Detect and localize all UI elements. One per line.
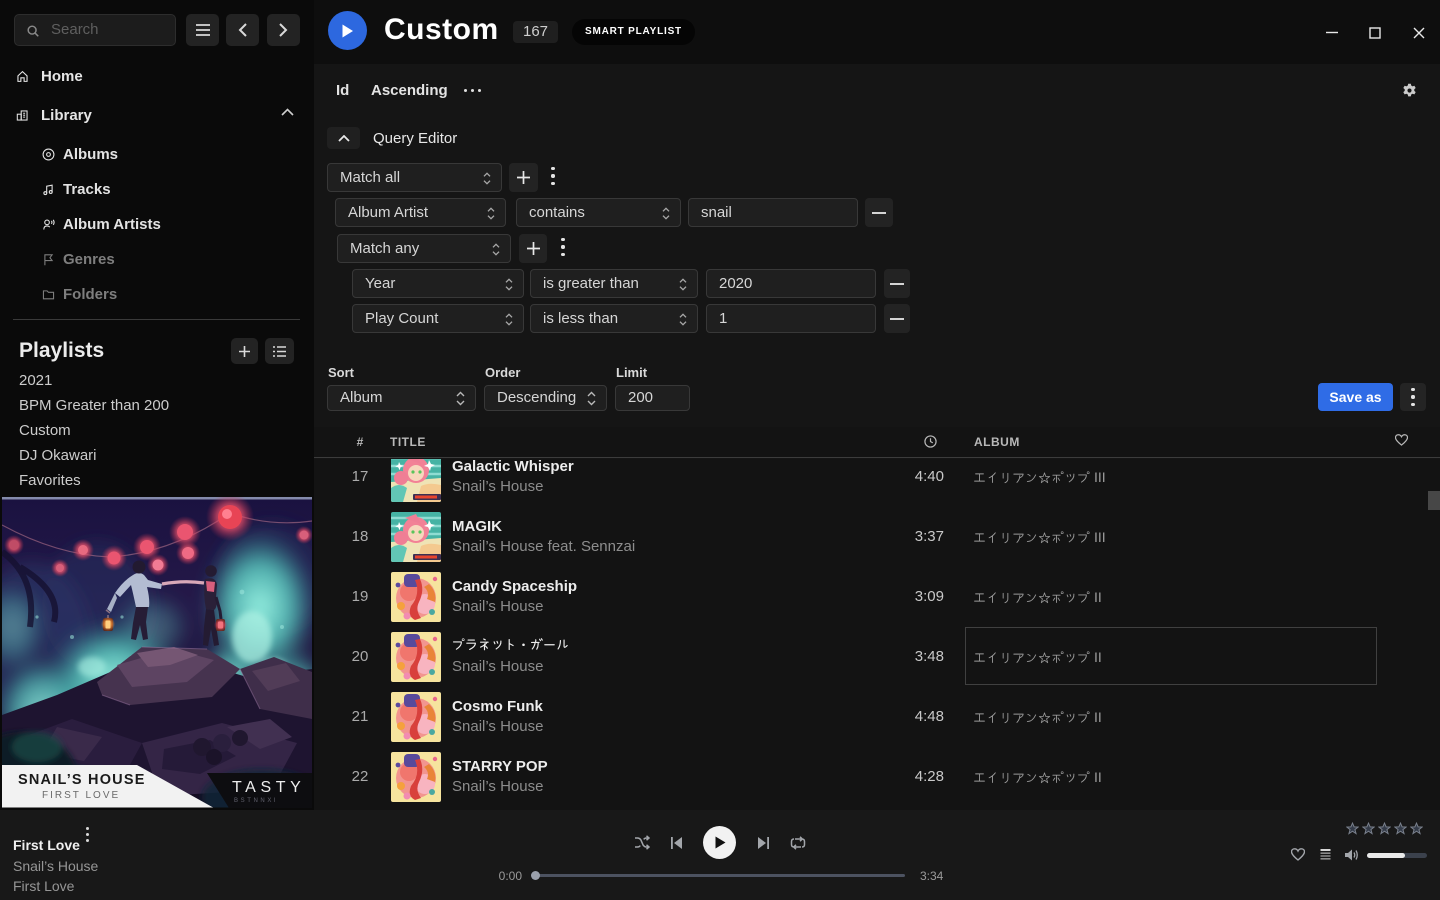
svg-text:FIRST LOVE: FIRST LOVE — [42, 790, 120, 801]
svg-text:TASTY: TASTY — [232, 779, 305, 796]
svg-text:BSTNNXI: BSTNNXI — [234, 798, 278, 804]
svg-text:SNAIL’S HOUSE: SNAIL’S HOUSE — [18, 772, 146, 788]
